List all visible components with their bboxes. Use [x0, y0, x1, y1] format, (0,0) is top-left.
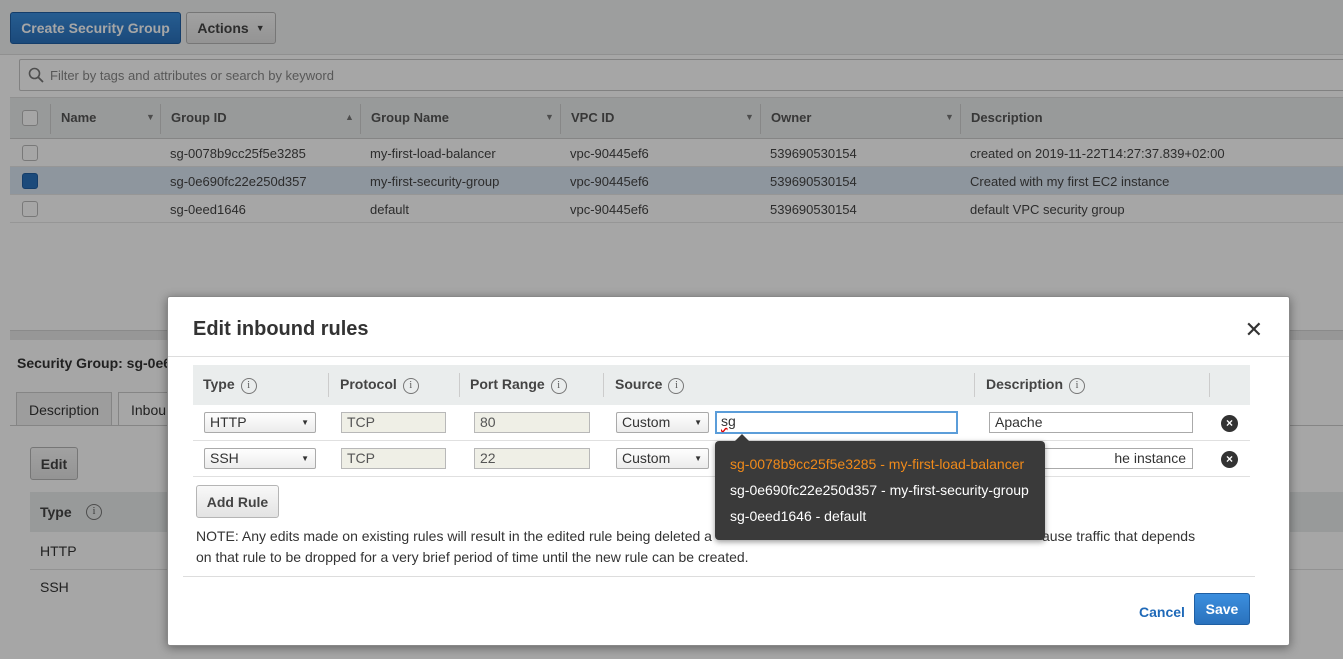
cancel-link[interactable]: Cancel	[1139, 604, 1185, 620]
chevron-down-icon: ▼	[301, 418, 309, 427]
description-input[interactable]: Apache	[989, 412, 1193, 433]
note-line2: on that rule to be dropped for a very br…	[196, 549, 749, 565]
source-type-select[interactable]: Custom ▼	[616, 448, 709, 469]
info-icon[interactable]: i	[1069, 378, 1086, 394]
rule-row: HTTP ▼ TCP 80 Custom ▼ sg Apache ×	[193, 405, 1250, 441]
type-select[interactable]: HTTP ▼	[204, 412, 316, 433]
info-icon[interactable]: i	[402, 378, 419, 394]
protocol-field: TCP	[341, 412, 446, 433]
port-range-field[interactable]: 22	[474, 448, 590, 469]
modal-title: Edit inbound rules	[193, 318, 369, 340]
source-autocomplete-dropdown: sg-0078b9cc25f5e3285 - my-first-load-bal…	[715, 434, 1045, 540]
info-icon[interactable]: i	[550, 378, 567, 394]
header-type: Type i	[203, 376, 257, 394]
note-line1-end: ause traffic that depends	[1042, 528, 1196, 544]
add-rule-button[interactable]: Add Rule	[196, 485, 279, 518]
note-line1-start: NOTE: Any edits made on existing rules w…	[196, 528, 712, 544]
edit-note: NOTE: Any edits made on existing rules w…	[196, 526, 1206, 568]
footer-divider	[183, 576, 1255, 577]
source-input[interactable]: sg	[715, 411, 958, 434]
protocol-field: TCP	[341, 448, 446, 469]
delete-rule-icon[interactable]: ×	[1221, 415, 1238, 432]
source-type-select[interactable]: Custom ▼	[616, 412, 709, 433]
type-select[interactable]: SSH ▼	[204, 448, 316, 469]
port-range-field[interactable]: 80	[474, 412, 590, 433]
header-source: Source i	[615, 376, 685, 394]
modal-header: Edit inbound rules ✕	[168, 297, 1289, 357]
autocomplete-option[interactable]: sg-0078b9cc25f5e3285 - my-first-load-bal…	[730, 456, 1024, 472]
description-text: he instance	[1114, 450, 1186, 466]
chevron-down-icon: ▼	[694, 454, 702, 463]
chevron-down-icon: ▼	[694, 418, 702, 427]
header-description: Description i	[986, 376, 1086, 394]
close-icon[interactable]: ✕	[1245, 317, 1263, 343]
save-button[interactable]: Save	[1194, 593, 1250, 625]
autocomplete-option[interactable]: sg-0eed1646 - default	[730, 508, 866, 524]
header-protocol: Protocol i	[340, 376, 419, 394]
chevron-down-icon: ▼	[301, 454, 309, 463]
dropdown-pointer	[735, 434, 749, 441]
delete-rule-icon[interactable]: ×	[1221, 451, 1238, 468]
info-icon[interactable]: i	[240, 378, 257, 394]
autocomplete-option[interactable]: sg-0e690fc22e250d357 - my-first-security…	[730, 482, 1029, 498]
header-port-range: Port Range i	[470, 376, 567, 394]
rules-table-header: Type i Protocol i Port Range i Source i Desc…	[193, 365, 1250, 405]
info-icon[interactable]: i	[668, 378, 685, 394]
